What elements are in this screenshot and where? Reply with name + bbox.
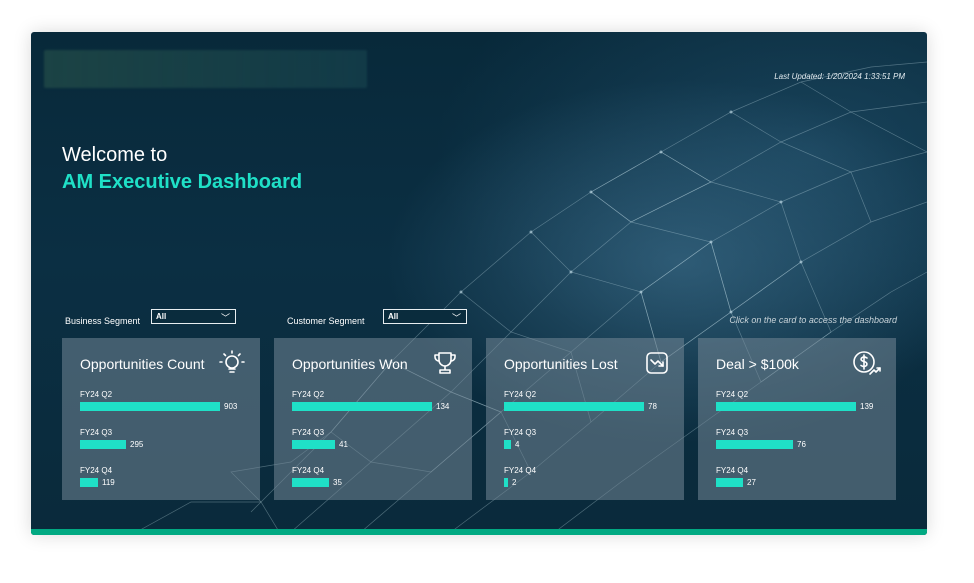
card-title: Opportunities Lost xyxy=(504,356,618,372)
last-updated-text: Last Updated: 1/20/2024 1:33:51 PM xyxy=(774,72,905,81)
metric-value: 4 xyxy=(515,440,520,449)
metric-value: 134 xyxy=(436,402,450,411)
metric-value: 2 xyxy=(512,478,517,487)
metric-bar xyxy=(292,402,432,411)
metric-bar xyxy=(292,440,335,449)
metric-q4: FY24 Q4 119 xyxy=(80,466,115,487)
metric-value: 35 xyxy=(333,478,342,487)
metric-value: 78 xyxy=(648,402,657,411)
dashboard-frame: Last Updated: 1/20/2024 1:33:51 PM Welco… xyxy=(31,32,927,535)
metric-value: 27 xyxy=(747,478,756,487)
footer-accent-bar xyxy=(31,529,927,535)
lightbulb-icon xyxy=(219,350,245,373)
metric-bar xyxy=(80,478,98,487)
customer-segment-select[interactable]: All ﹀ xyxy=(383,309,467,324)
metric-q3: FY24 Q3 4 xyxy=(504,428,537,449)
chevron-down-icon: ﹀ xyxy=(451,313,461,323)
page-title: AM Executive Dashboard xyxy=(62,171,303,193)
customer-segment-label: Customer Segment xyxy=(287,316,365,326)
metric-q2: FY24 Q2 139 xyxy=(716,390,874,411)
metric-value: 119 xyxy=(102,478,115,487)
metric-bar xyxy=(80,402,220,411)
metric-bar xyxy=(504,440,511,449)
metric-bar xyxy=(504,402,644,411)
metric-value: 41 xyxy=(339,440,348,449)
card-title: Opportunities Count xyxy=(80,356,205,372)
metric-q4: FY24 Q4 35 xyxy=(292,466,342,487)
card-deal-over-100k[interactable]: Deal > $100k FY24 Q2 139 FY24 Q3 76 FY24… xyxy=(698,338,896,500)
dollar-growth-icon xyxy=(853,351,881,375)
metric-q4: FY24 Q4 2 xyxy=(504,466,537,487)
metric-bar xyxy=(80,440,126,449)
card-opportunities-won[interactable]: Opportunities Won FY24 Q2 134 FY24 Q3 41… xyxy=(274,338,472,500)
business-segment-select[interactable]: All ﹀ xyxy=(151,309,236,324)
metric-value: 139 xyxy=(860,402,874,411)
metric-q2: FY24 Q2 134 xyxy=(292,390,450,411)
card-hint-text: Click on the card to access the dashboar… xyxy=(729,315,897,325)
metric-q3: FY24 Q3 295 xyxy=(80,428,144,449)
metric-q2: FY24 Q2 78 xyxy=(504,390,657,411)
metric-bar xyxy=(716,440,793,449)
card-opportunities-count[interactable]: Opportunities Count FY24 Q2 903 FY24 Q3 … xyxy=(62,338,260,500)
trophy-icon xyxy=(434,352,456,374)
customer-segment-value: All xyxy=(388,312,399,321)
metric-q4: FY24 Q4 27 xyxy=(716,466,756,487)
welcome-text: Welcome to xyxy=(62,144,168,166)
business-segment-value: All xyxy=(156,312,167,321)
metric-q3: FY24 Q3 76 xyxy=(716,428,806,449)
blurred-logo-area xyxy=(44,50,367,88)
business-segment-label: Business Segment xyxy=(65,316,141,326)
chevron-down-icon: ﹀ xyxy=(220,313,230,323)
metric-value: 76 xyxy=(797,440,806,449)
metric-value: 903 xyxy=(224,402,238,411)
metric-bar xyxy=(716,478,743,487)
metric-bar xyxy=(504,478,508,487)
metric-bar xyxy=(292,478,329,487)
metric-q3: FY24 Q3 41 xyxy=(292,428,348,449)
metric-value: 295 xyxy=(130,440,144,449)
metric-bar xyxy=(716,402,856,411)
trend-down-icon xyxy=(646,352,668,374)
metric-q2: FY24 Q2 903 xyxy=(80,390,238,411)
card-title: Deal > $100k xyxy=(716,356,799,372)
card-title: Opportunities Won xyxy=(292,356,408,372)
card-opportunities-lost[interactable]: Opportunities Lost FY24 Q2 78 FY24 Q3 4 … xyxy=(486,338,684,500)
